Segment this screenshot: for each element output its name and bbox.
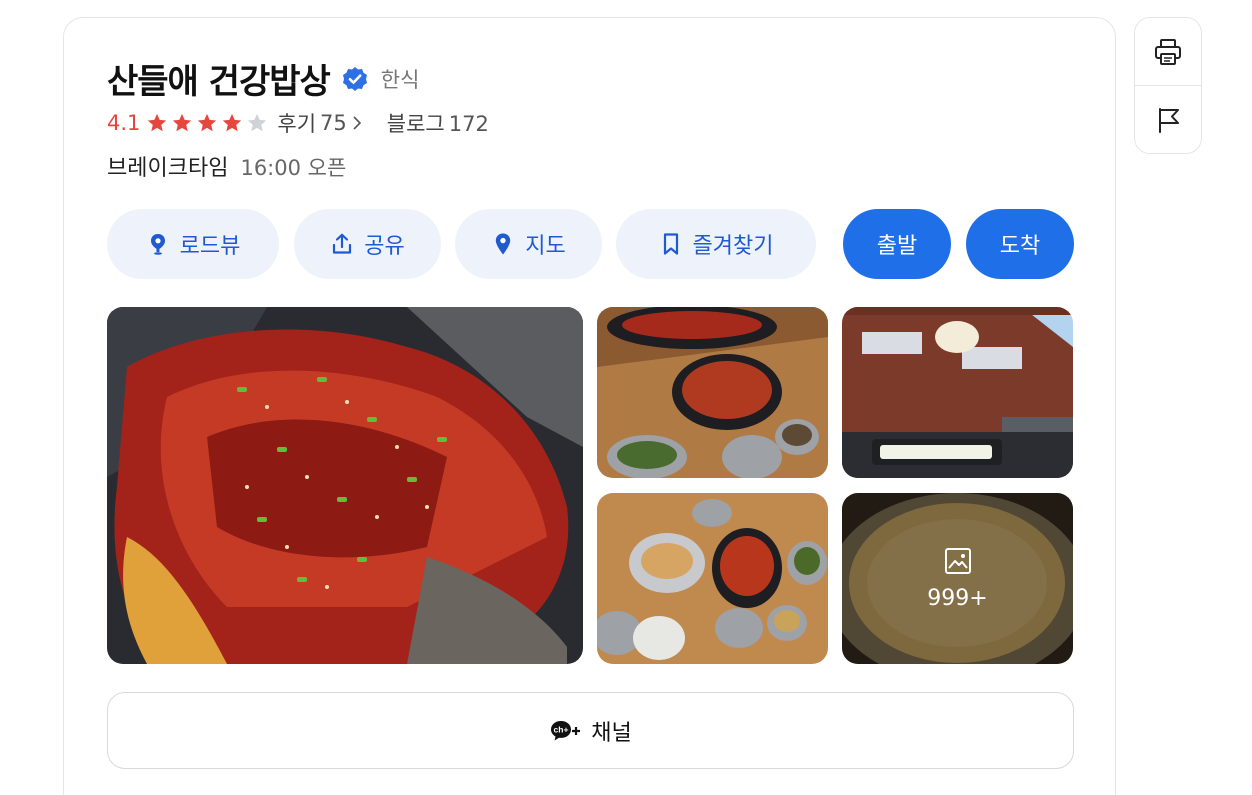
- kakao-channel-icon: ch+: [551, 720, 581, 740]
- share-button[interactable]: 공유: [294, 209, 441, 279]
- star-icon: [223, 113, 242, 132]
- channel-button[interactable]: ch+ 채널: [107, 692, 1074, 769]
- image-icon: [944, 548, 971, 574]
- photo-thumb-more[interactable]: 999+: [842, 493, 1073, 664]
- place-card: 산들애 건강밥상 한식 4.1 후기 75 블로그 172 브레이크타임 16:0…: [63, 17, 1116, 795]
- hours-value: 16:00 오픈: [240, 156, 347, 180]
- print-button[interactable]: [1135, 18, 1201, 86]
- title-row: 산들애 건강밥상 한식: [107, 54, 419, 103]
- star-icon: [148, 113, 167, 132]
- arrive-button[interactable]: 도착: [966, 209, 1074, 279]
- roadview-pin-icon: [150, 234, 165, 255]
- star-icon: [173, 113, 192, 132]
- photo-thumb-3[interactable]: [597, 493, 828, 664]
- food-photo-side-dishes: [597, 493, 828, 664]
- place-category: 한식: [380, 67, 420, 92]
- reviews-count: 75: [320, 111, 347, 135]
- reviews-link[interactable]: 후기 75: [277, 108, 362, 138]
- chevron-right-icon: [353, 116, 361, 130]
- food-photo-table: [597, 307, 828, 478]
- place-name: 산들애 건강밥상: [107, 62, 331, 102]
- depart-button[interactable]: 출발: [843, 209, 951, 279]
- reviews-label: 후기: [277, 112, 317, 136]
- arrive-label: 도착: [999, 234, 1041, 259]
- blog-link[interactable]: 블로그 172: [387, 108, 489, 138]
- photo-thumb-2[interactable]: [842, 307, 1073, 478]
- star-rating: [146, 112, 271, 134]
- roadview-button[interactable]: 로드뷰: [107, 209, 279, 279]
- verified-badge-icon: [342, 66, 367, 91]
- rating-score: 4.1: [107, 111, 141, 135]
- more-photos-count: 999+: [927, 586, 988, 611]
- channel-label: 채널: [591, 720, 632, 746]
- favorite-button[interactable]: 즐겨찾기: [616, 209, 816, 279]
- star-empty-icon: [248, 113, 267, 132]
- flag-icon: [1159, 108, 1179, 133]
- roadview-label: 로드뷰: [179, 234, 241, 259]
- restaurant-exterior-photo: [842, 307, 1073, 478]
- food-photo-braised-fish: [107, 307, 583, 664]
- rating-row: 4.1 후기 75 블로그 172: [107, 108, 489, 138]
- hours-label: 브레이크타임: [107, 156, 229, 181]
- more-photos-overlay: 999+: [842, 493, 1073, 664]
- share-label: 공유: [364, 234, 405, 259]
- depart-label: 출발: [876, 234, 918, 259]
- report-button[interactable]: [1135, 86, 1201, 154]
- blog-label: 블로그: [386, 112, 445, 136]
- map-pin-icon: [496, 233, 511, 255]
- main-photo[interactable]: [107, 307, 583, 664]
- svg-text:ch+: ch+: [554, 724, 569, 734]
- bookmark-icon: [663, 233, 678, 255]
- map-label: 지도: [525, 234, 566, 259]
- hours-row: 브레이크타임 16:00 오픈: [107, 150, 346, 182]
- blog-count: 172: [448, 112, 489, 136]
- map-button[interactable]: 지도: [455, 209, 602, 279]
- favorite-label: 즐겨찾기: [692, 234, 774, 259]
- print-icon: [1155, 39, 1181, 65]
- share-icon: [333, 233, 352, 254]
- star-icon: [198, 113, 217, 132]
- side-toolbar: [1134, 17, 1202, 154]
- photo-thumb-1[interactable]: [597, 307, 828, 478]
